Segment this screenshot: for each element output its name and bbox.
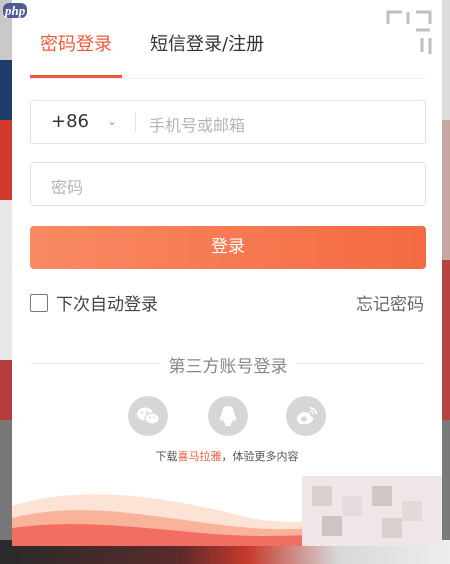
wechat-icon [137, 407, 160, 425]
third-party-title: 第三方账号登录 [168, 357, 288, 377]
qq-icon [219, 406, 237, 426]
chevron-down-icon[interactable]: ⌄ [107, 114, 117, 128]
auto-login-checkbox[interactable] [30, 294, 48, 312]
password-field[interactable]: 密码 [30, 162, 426, 206]
site-logo-cn: 中文网 [29, 4, 69, 19]
qq-login-button[interactable] [208, 396, 248, 436]
phone-input[interactable]: 手机号或邮箱 [149, 112, 245, 136]
weibo-icon [296, 407, 317, 425]
download-suffix: ，体验更多内容 [221, 450, 299, 463]
site-logo-php: php [3, 3, 28, 18]
password-input[interactable]: 密码 [51, 174, 83, 198]
active-tab-indicator [30, 75, 122, 78]
third-party-section: 第三方账号登录 [30, 352, 426, 377]
tab-sms-login[interactable]: 短信登录/注册 [150, 30, 264, 56]
field-divider [135, 112, 136, 132]
phone-field[interactable]: +86 ⌄ 手机号或邮箱 [30, 100, 426, 144]
download-app-link[interactable]: 喜马拉雅 [178, 450, 222, 463]
login-tabs: 密码登录 短信登录/注册 [30, 30, 426, 79]
wechat-login-button[interactable] [128, 396, 168, 436]
divider-right [296, 363, 426, 364]
tab-password-login[interactable]: 密码登录 [40, 30, 112, 56]
login-button[interactable]: 登录 [30, 226, 426, 269]
forgot-password-link[interactable]: 忘记密码 [356, 290, 424, 315]
weibo-login-button[interactable] [286, 396, 326, 436]
auto-login-label[interactable]: 下次自动登录 [56, 290, 158, 315]
login-panel: 密码登录 短信登录/注册 +86 ⌄ 手机号或邮箱 密码 登录 下次自动登录 忘… [12, 0, 442, 546]
pixelated-watermark [302, 476, 442, 546]
site-watermark-logo: php 中文网 [3, 2, 68, 20]
country-code-select[interactable]: +86 [51, 111, 89, 132]
download-prefix: 下载 [155, 450, 178, 463]
background-page-left [0, 0, 12, 564]
